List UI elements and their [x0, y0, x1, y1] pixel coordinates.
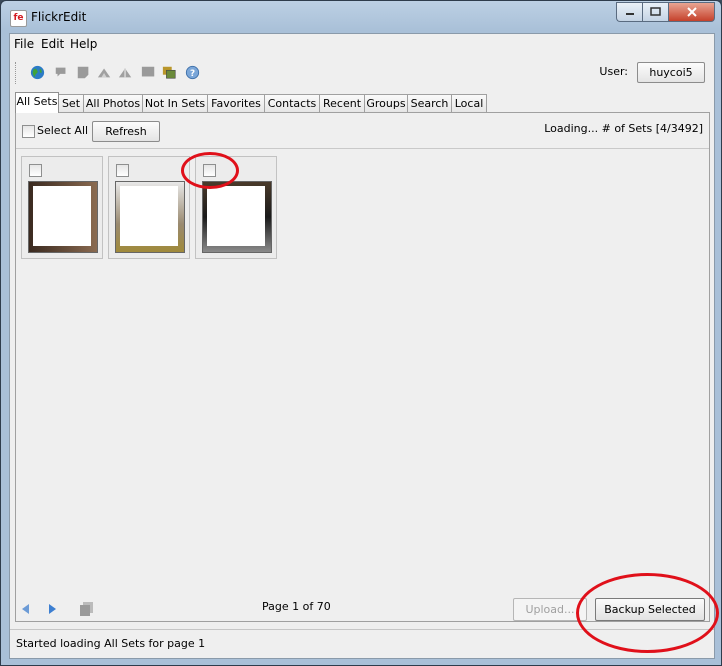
tab-all-photos[interactable]: All Photos	[83, 94, 143, 112]
set-card[interactable]	[108, 156, 190, 259]
client-area: File Edit Help ? User: huycoi5 All Sets …	[9, 33, 715, 659]
next-page-icon[interactable]	[48, 603, 58, 615]
set-checkbox[interactable]	[203, 164, 216, 177]
sets-panel: Select All Refresh Loading... # of Sets …	[15, 112, 710, 622]
menu-bar: File Edit Help	[10, 34, 714, 55]
minimize-button[interactable]	[616, 2, 642, 22]
tab-recent[interactable]: Recent	[319, 94, 365, 112]
tab-groups[interactable]: Groups	[364, 94, 408, 112]
tab-set[interactable]: Set	[58, 94, 84, 112]
note-icon[interactable]	[75, 65, 92, 80]
comment-icon[interactable]	[140, 65, 157, 80]
close-button[interactable]	[668, 2, 715, 22]
tab-contacts[interactable]: Contacts	[264, 94, 320, 112]
refresh-button[interactable]: Refresh	[92, 121, 160, 142]
svg-text:?: ?	[190, 69, 195, 79]
download-set-icon[interactable]	[117, 65, 134, 80]
upload-set-icon[interactable]	[96, 65, 113, 80]
set-checkbox[interactable]	[29, 164, 42, 177]
window-controls	[616, 2, 715, 22]
minimize-icon	[625, 13, 634, 15]
set-card[interactable]	[21, 156, 103, 259]
menu-help[interactable]: Help	[70, 37, 97, 51]
backup-selected-button[interactable]: Backup Selected	[595, 598, 705, 621]
status-text: Started loading All Sets for page 1	[16, 637, 206, 650]
select-all-checkbox[interactable]	[22, 125, 35, 138]
speech-bubble-icon[interactable]	[53, 65, 70, 80]
select-all-label[interactable]: Select All	[37, 124, 88, 137]
user-button[interactable]: huycoi5	[637, 62, 705, 83]
set-thumbnail[interactable]	[28, 181, 98, 253]
tab-local[interactable]: Local	[451, 94, 487, 112]
photos-icon[interactable]	[161, 65, 178, 80]
tab-all-sets[interactable]: All Sets	[15, 92, 59, 113]
maximize-button[interactable]	[642, 2, 668, 22]
panel-divider	[16, 148, 709, 149]
previous-page-icon[interactable]	[20, 603, 30, 615]
upload-button[interactable]: Upload...	[513, 598, 587, 621]
tab-search[interactable]: Search	[407, 94, 452, 112]
help-icon[interactable]: ?	[184, 65, 201, 80]
page-indicator: Page 1 of 70	[262, 600, 331, 613]
window-title: FlickrEdit	[31, 10, 87, 24]
toolbar-grip[interactable]	[15, 62, 19, 84]
pages-icon[interactable]	[79, 601, 95, 616]
set-thumbnail[interactable]	[202, 181, 272, 253]
tab-not-in-sets[interactable]: Not In Sets	[142, 94, 208, 112]
menu-file[interactable]: File	[14, 37, 34, 51]
app-logo-icon: fe	[10, 10, 27, 27]
loading-status: Loading... # of Sets [4/3492]	[544, 122, 703, 135]
menu-edit[interactable]: Edit	[41, 37, 64, 51]
globe-icon[interactable]	[29, 65, 46, 80]
maximize-icon	[650, 7, 661, 16]
status-bar: Started loading All Sets for page 1	[10, 629, 714, 658]
tab-favorites[interactable]: Favorites	[207, 94, 265, 112]
set-card[interactable]	[195, 156, 277, 259]
app-window: fe FlickrEdit File Edit Help ? User: huy…	[0, 0, 722, 666]
title-bar[interactable]: fe FlickrEdit	[1, 1, 721, 33]
user-label: User:	[599, 65, 628, 78]
set-checkbox[interactable]	[116, 164, 129, 177]
set-thumbnail[interactable]	[115, 181, 185, 253]
close-icon	[686, 7, 697, 17]
